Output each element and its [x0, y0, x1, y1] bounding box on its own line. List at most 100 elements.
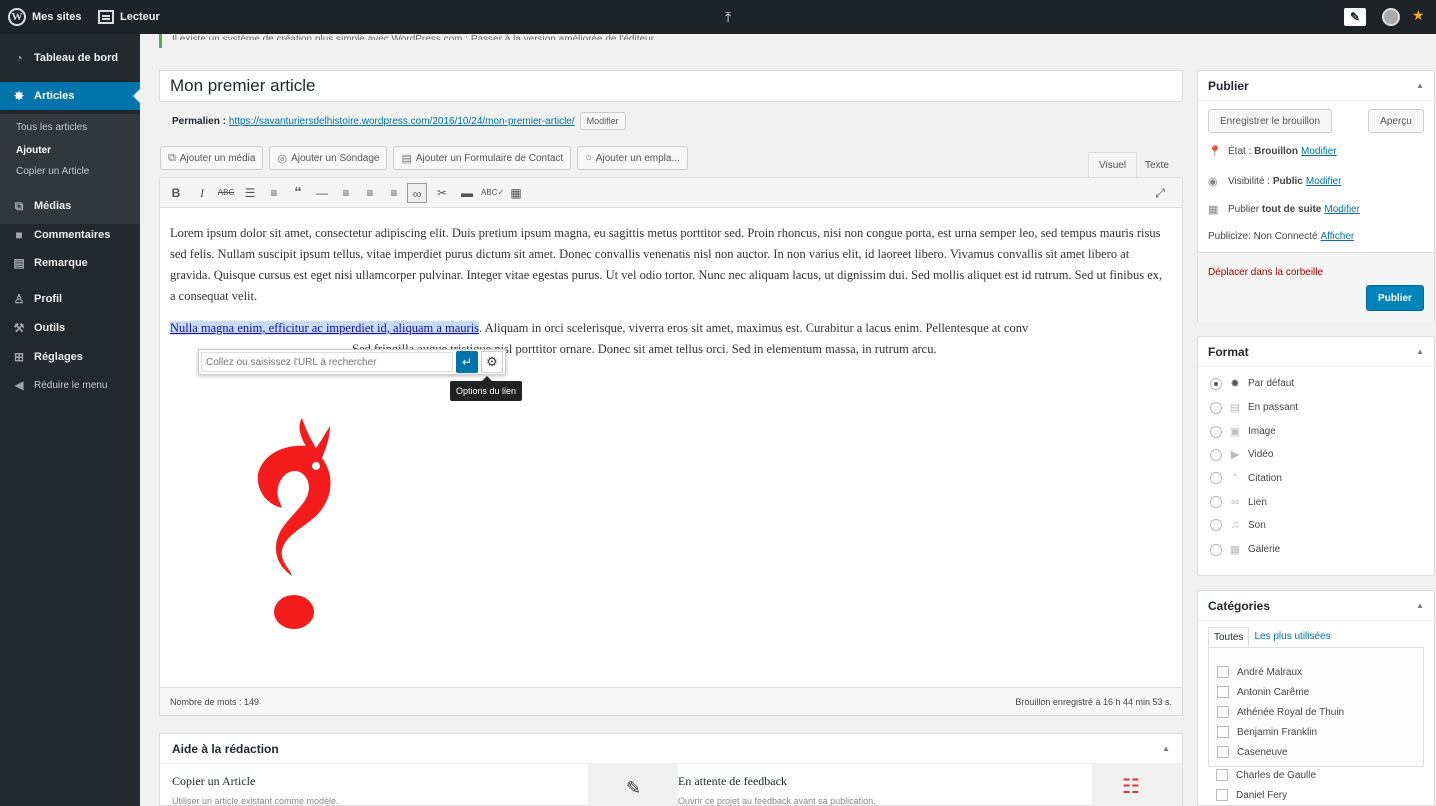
category-item[interactable]: Benjamin Franklin: [1217, 726, 1317, 738]
bullet-list-icon[interactable]: ☰: [240, 183, 260, 203]
sidebar-item-settings[interactable]: ⊞ Réglages: [0, 343, 140, 371]
help-copy-title[interactable]: Copier un Article: [172, 774, 255, 789]
add-contact-form-button[interactable]: ▤ Ajouter un Formulaire de Contact: [393, 146, 572, 170]
format-option-video[interactable]: ▶ Vidéo: [1210, 448, 1273, 461]
quote-icon[interactable]: “: [288, 183, 308, 203]
radio-button[interactable]: [1210, 543, 1222, 556]
bold-icon[interactable]: B: [166, 183, 186, 203]
permalink-edit-button[interactable]: Modifier: [579, 112, 626, 130]
tab-all-categories[interactable]: Toutes: [1208, 627, 1250, 648]
strikethrough-icon[interactable]: ABC: [216, 183, 236, 203]
radio-button[interactable]: [1210, 401, 1222, 414]
sidebar-item-posts[interactable]: ✸ Articles: [0, 82, 140, 110]
spellcheck-icon[interactable]: ABC✓: [481, 183, 504, 203]
submenu-copy-post[interactable]: Copier un Article: [16, 166, 89, 177]
format-option-image[interactable]: ▣ Image: [1210, 425, 1276, 438]
radio-button[interactable]: [1210, 472, 1222, 484]
collapse-arrow-icon[interactable]: ⤒: [725, 9, 731, 26]
checkbox[interactable]: [1217, 706, 1229, 718]
submenu-all-posts[interactable]: Tous les articles: [16, 122, 87, 133]
add-media-button[interactable]: ⧉ Ajouter un média: [160, 146, 264, 170]
sidebar-item-media[interactable]: ⧉ Médias: [0, 192, 140, 220]
publicize-row: Publicize: Non Connecté Afficher: [1208, 231, 1354, 242]
toggle-arrow-icon[interactable]: ▲: [1416, 81, 1424, 90]
radio-button[interactable]: [1210, 519, 1222, 531]
sidebar-item-feedback[interactable]: ▤ Remarque: [0, 249, 140, 277]
category-item[interactable]: André Malraux: [1217, 666, 1302, 678]
sidebar-item-dashboard[interactable]: ◔ Tableau de bord: [0, 44, 140, 72]
format-option-link[interactable]: ∞ Lien: [1210, 496, 1267, 508]
help-feedback-title[interactable]: En attente de feedback: [678, 774, 787, 789]
visibility-edit-link[interactable]: Modifier: [1306, 176, 1342, 187]
sidebar-item-comments[interactable]: ■ Commentaires: [0, 221, 140, 249]
reader-menu[interactable]: Lecteur: [98, 0, 160, 34]
format-option-label: Galerie: [1248, 544, 1281, 555]
permalink-link[interactable]: https://savanturiersdelhistoire.wordpres…: [229, 116, 575, 127]
horizontal-line-icon[interactable]: —: [312, 183, 332, 203]
fullscreen-icon[interactable]: ⤢: [1150, 183, 1170, 203]
category-item[interactable]: Daniel Fery: [1216, 789, 1287, 801]
collapse-menu[interactable]: ◀ Réduire le menu: [0, 371, 140, 399]
radio-selected[interactable]: [1210, 377, 1222, 390]
checkbox[interactable]: [1217, 746, 1229, 758]
quote-icon: “: [1233, 472, 1237, 484]
write-post-icon[interactable]: ✎: [1344, 8, 1366, 26]
radio-button[interactable]: [1210, 425, 1222, 438]
link-options-button[interactable]: ⚙: [481, 351, 503, 373]
submenu-add-new[interactable]: Ajouter: [16, 145, 51, 156]
post-title-input[interactable]: Mon premier article: [159, 70, 1183, 102]
checkbox[interactable]: [1217, 726, 1229, 738]
publicize-show-link[interactable]: Afficher: [1321, 231, 1355, 242]
checkbox[interactable]: [1216, 769, 1228, 781]
tab-visual[interactable]: Visuel: [1088, 152, 1138, 178]
radio-button[interactable]: [1210, 496, 1222, 508]
checkbox[interactable]: [1216, 789, 1228, 801]
toolbar-toggle-icon[interactable]: ▦: [506, 183, 526, 203]
format-option-gallery[interactable]: ▦ Galerie: [1210, 543, 1280, 556]
help-feedback-description: Ouvrir ce projet au feedback avant sa pu…: [678, 796, 876, 806]
notifications-icon[interactable]: ★: [1412, 7, 1425, 24]
category-item[interactable]: Antonin Carême: [1217, 686, 1309, 698]
preview-button[interactable]: Aperçu: [1368, 109, 1424, 133]
sidebar-item-profile[interactable]: ♙ Profil: [0, 285, 140, 313]
italic-icon[interactable]: I: [192, 183, 212, 203]
link-url-input[interactable]: [201, 352, 453, 372]
toggle-arrow-icon[interactable]: ▲: [1416, 347, 1424, 356]
format-option-default[interactable]: ✸ Par défaut: [1210, 377, 1294, 390]
category-item[interactable]: Caseneuve: [1217, 746, 1288, 758]
add-location-button[interactable]: ○ Ajouter un empla...: [577, 146, 688, 170]
move-to-trash-link[interactable]: Déplacer dans la corbeille: [1208, 267, 1323, 278]
category-item[interactable]: Charles de Gaulle: [1216, 769, 1316, 781]
visibility-row: ◉ Visibilité : Public Modifier: [1208, 175, 1341, 188]
schedule-edit-link[interactable]: Modifier: [1324, 204, 1360, 215]
apply-link-button[interactable]: ↵: [456, 351, 478, 373]
save-draft-button[interactable]: Enregistrer le brouillon: [1208, 109, 1332, 133]
numbered-list-icon[interactable]: ≡: [264, 183, 284, 203]
format-option-audio[interactable]: ♫ Son: [1210, 519, 1266, 531]
status-edit-link[interactable]: Modifier: [1301, 146, 1337, 157]
selected-link-text[interactable]: Nulla magna enim, efficitur ac imperdiet…: [170, 321, 480, 335]
avatar[interactable]: [1382, 8, 1400, 26]
admin-sidebar: ◔ Tableau de bord ✸ Articles Tous les ar…: [0, 34, 140, 806]
my-sites-menu[interactable]: W Mes sites: [8, 0, 82, 34]
question-mark-image[interactable]: [242, 416, 352, 636]
publish-button[interactable]: Publier: [1366, 285, 1424, 311]
checkbox[interactable]: [1217, 686, 1229, 698]
sidebar-item-tools[interactable]: ⚒ Outils: [0, 314, 140, 342]
toggle-arrow-icon[interactable]: ▲: [1162, 744, 1170, 753]
tab-text[interactable]: Texte: [1135, 152, 1179, 178]
checkbox[interactable]: [1217, 666, 1229, 678]
toggle-arrow-icon[interactable]: ▲: [1416, 601, 1424, 610]
format-option-quote[interactable]: “ Citation: [1210, 472, 1282, 484]
insert-link-icon[interactable]: ∞: [407, 183, 427, 203]
radio-button[interactable]: [1210, 448, 1222, 461]
tab-most-used[interactable]: Les plus utilisées: [1249, 627, 1335, 648]
category-item[interactable]: Athénée Royal de Thuin: [1217, 706, 1344, 718]
read-more-icon[interactable]: ▬: [457, 183, 477, 203]
align-center-icon[interactable]: ≡: [360, 183, 380, 203]
format-option-aside[interactable]: ▤ En passant: [1210, 401, 1298, 414]
align-left-icon[interactable]: ≡: [336, 183, 356, 203]
align-right-icon[interactable]: ≡: [384, 183, 404, 203]
remove-link-icon[interactable]: ✂: [432, 183, 452, 203]
add-poll-button[interactable]: ◎ Ajouter un Sondage: [269, 146, 388, 170]
